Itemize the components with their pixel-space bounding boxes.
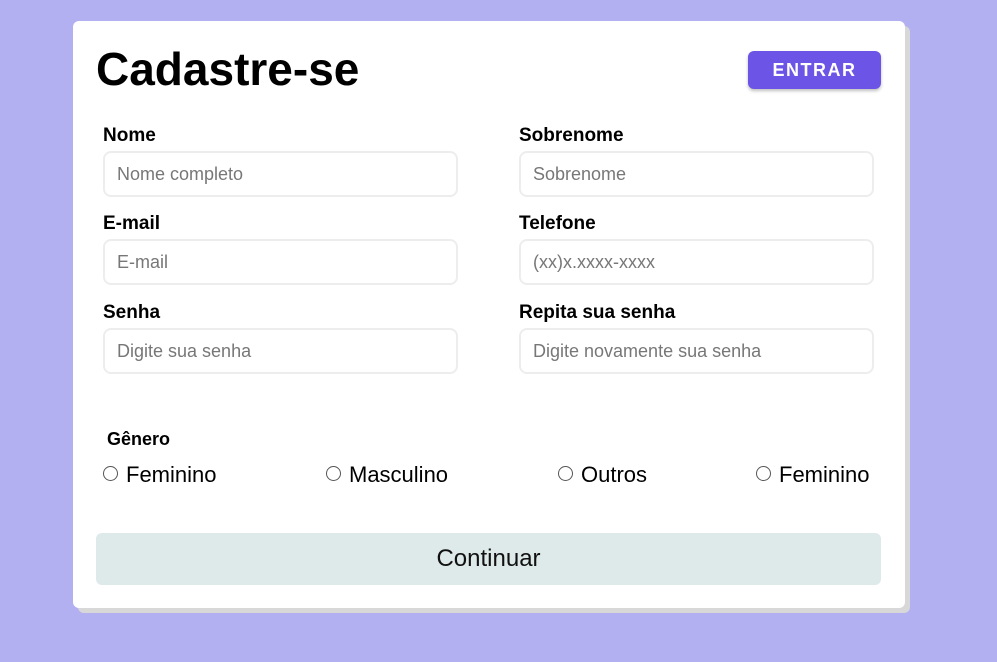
gender-option-feminino-2[interactable]: Feminino bbox=[756, 462, 869, 488]
first-name-input[interactable] bbox=[103, 151, 458, 197]
gender-option-feminino[interactable]: Feminino bbox=[103, 462, 216, 488]
login-button[interactable]: ENTRAR bbox=[748, 51, 881, 89]
first-name-group: Nome bbox=[103, 125, 458, 197]
phone-label: Telefone bbox=[519, 213, 596, 234]
page-title: Cadastre-se bbox=[96, 43, 360, 95]
radio-icon[interactable] bbox=[103, 465, 118, 481]
first-name-label: Nome bbox=[103, 125, 156, 146]
radio-icon[interactable] bbox=[326, 465, 341, 481]
gender-option-label: Feminino bbox=[779, 462, 870, 487]
last-name-label: Sobrenome bbox=[519, 125, 624, 146]
password-label: Senha bbox=[103, 302, 161, 323]
phone-group: Telefone bbox=[519, 213, 874, 285]
radio-icon[interactable] bbox=[756, 465, 771, 481]
phone-input[interactable] bbox=[519, 239, 874, 285]
last-name-group: Sobrenome bbox=[519, 125, 874, 197]
email-group: E-mail bbox=[103, 213, 458, 285]
gender-option-outros[interactable]: Outros bbox=[558, 462, 647, 488]
email-label: E-mail bbox=[103, 213, 161, 234]
last-name-input[interactable] bbox=[519, 151, 874, 197]
confirm-password-input[interactable] bbox=[519, 328, 874, 374]
gender-option-label: Outros bbox=[581, 462, 648, 487]
email-input[interactable] bbox=[103, 239, 458, 285]
gender-option-masculino[interactable]: Masculino bbox=[326, 462, 448, 488]
password-group: Senha bbox=[103, 302, 458, 374]
password-input[interactable] bbox=[103, 328, 458, 374]
confirm-password-label: Repita sua senha bbox=[519, 302, 676, 323]
gender-option-label: Feminino bbox=[126, 462, 217, 487]
continue-button[interactable]: Continuar bbox=[96, 533, 881, 585]
confirm-password-group: Repita sua senha bbox=[519, 302, 874, 374]
signup-card: Cadastre-se ENTRAR Nome Sobrenome E-mail… bbox=[73, 21, 905, 608]
radio-icon[interactable] bbox=[558, 465, 573, 481]
gender-option-label: Masculino bbox=[349, 462, 449, 487]
gender-title: Gênero bbox=[107, 429, 171, 449]
